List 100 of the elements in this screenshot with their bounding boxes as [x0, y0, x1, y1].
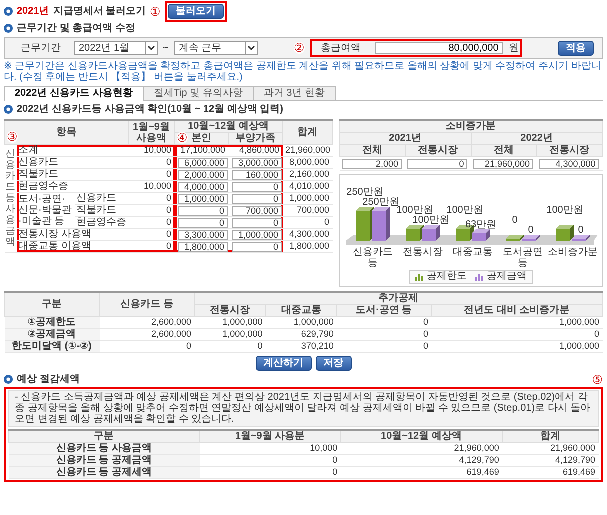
field-label: 근무기간	[20, 42, 62, 54]
table-cell: 10,000	[128, 180, 175, 192]
row-label: 현금영수증	[74, 216, 129, 228]
column-header: 전체	[471, 144, 537, 156]
tab[interactable]: 2022년 신용카드 사용현황	[4, 86, 144, 101]
table-cell: 1,000,000	[431, 316, 602, 328]
row-label: 현금영수증	[16, 180, 129, 192]
table-cell: 1,000,000	[194, 328, 266, 340]
bullet-icon	[4, 24, 13, 33]
amount-field[interactable]: 700,000	[232, 206, 282, 216]
table-cell: 4,300,000	[282, 228, 333, 240]
amount-field[interactable]: 2,000	[342, 158, 402, 168]
amount-field[interactable]: 1,800,000	[178, 242, 228, 252]
value-label: 250만원	[362, 197, 400, 208]
month-dropdown[interactable]: 2022년 1월	[74, 41, 158, 55]
table-cell: 0	[282, 216, 333, 228]
column-header: 항목	[56, 127, 76, 138]
amount-field[interactable]: 4,300,000	[538, 158, 599, 168]
table-cell: 4,129,790	[502, 454, 598, 466]
value-label: 100만원	[396, 205, 434, 216]
amount-field[interactable]: 0	[232, 242, 282, 252]
tab[interactable]: 절세Tip 및 유의사항	[142, 86, 254, 100]
end-dropdown[interactable]: 계속 근무	[174, 41, 258, 55]
column-header: 전통시장	[536, 144, 603, 156]
column-header: 1월~9월 사용분	[200, 430, 341, 442]
amount-field[interactable]: 3,300,000	[178, 230, 228, 240]
amount-field[interactable]: 160,000	[232, 170, 282, 180]
amount-field[interactable]: 0	[232, 194, 282, 204]
category-label: 도서공연 등	[503, 247, 544, 269]
amount-field[interactable]: 4,000,000	[178, 182, 228, 192]
caret-icon	[145, 42, 157, 54]
apply-button[interactable]: 적용	[558, 40, 594, 56]
side-label: 신용카드등 사용금액	[6, 149, 16, 248]
column-header: 대중교통	[266, 304, 337, 316]
chart-bar	[406, 225, 424, 241]
table-cell: 0	[128, 228, 175, 240]
column-header: 부양가족	[228, 132, 283, 144]
value-label: 100만원	[546, 205, 584, 216]
row-label: 신용카드 등 공제세액	[8, 466, 200, 478]
table-cell: 0	[128, 156, 175, 168]
amount-field[interactable]: 0	[232, 218, 282, 228]
table-cell: 370,210	[266, 340, 337, 352]
table-cell: 619,469	[502, 466, 598, 478]
value-label: 100만원	[446, 205, 484, 216]
column-header: 추가공제	[194, 292, 602, 304]
table-cell: 1,000,000	[431, 340, 602, 352]
amount-field[interactable]: 1,000,000	[178, 194, 228, 204]
amount-field[interactable]: 3,000,000	[232, 158, 282, 168]
unit-label: 원	[508, 42, 519, 54]
column-header: 10월~12월 예상액	[340, 430, 502, 442]
step-marker: ②	[294, 42, 305, 54]
chart-bar	[422, 225, 440, 241]
save-button[interactable]: 저장	[316, 356, 352, 371]
column-header: 합계	[282, 120, 333, 144]
row-label: 직불카드	[74, 204, 129, 216]
step-marker: ③	[7, 131, 18, 143]
row-label: 소계	[16, 144, 129, 156]
row-label: 신용카드	[16, 156, 129, 168]
amount-field[interactable]: 21,960,000	[473, 158, 534, 168]
column-header: 전통시장	[405, 144, 472, 156]
table-cell: 0	[336, 316, 432, 328]
table-cell: 1,000,000	[194, 316, 266, 328]
table-cell: 2,600,000	[100, 316, 194, 328]
amount-field[interactable]: 0	[178, 218, 228, 228]
table-cell: 0	[100, 340, 194, 352]
step-marker: ⑤	[592, 374, 603, 386]
tab[interactable]: 과거 3년 현황	[252, 86, 336, 100]
table-cell: 0	[200, 454, 341, 466]
category-label: 대중교통	[453, 247, 494, 258]
category-label: 신용카드 등	[353, 247, 394, 269]
table-cell: 4,129,790	[340, 454, 502, 466]
column-header: 구분	[4, 292, 100, 316]
step-marker: ④	[177, 132, 188, 144]
section-title: 근무기간 및 총급여액 수정	[17, 23, 136, 34]
chart-bar	[472, 229, 490, 241]
column-header: 본인	[192, 133, 212, 144]
table-cell: 21,960,000	[282, 144, 333, 156]
column-header: 2022년	[471, 132, 603, 144]
amount-field[interactable]: 0	[232, 182, 282, 192]
caret-icon	[244, 42, 257, 54]
row-label: 전통시장 사용액	[16, 228, 129, 240]
row-label: 도서·공연·신문·박물관·미술관 등	[16, 192, 74, 228]
column-header: 전체	[340, 144, 406, 156]
calculate-button[interactable]: 계산하기	[256, 356, 312, 371]
amount-field[interactable]: 1,000,000	[232, 230, 282, 240]
legend-label: 공제금액	[487, 271, 528, 283]
salary-field[interactable]: 80,000,000	[374, 42, 503, 54]
range-separator: ~	[163, 42, 169, 54]
amount-field[interactable]: 0	[178, 206, 228, 216]
info-note: ※ 근무기간은 신용카드사용금액을 확정하고 총급여액은 공제한도 계산을 위해 필요하므로 올해의 상황에 맞게 수정하여 주시기 바랍니다. (수정 후에는 반드시 【적용】 버튼을 눌러주세요.)	[4, 61, 602, 83]
table-cell: 619,469	[340, 466, 502, 478]
amount-field[interactable]: 2,000,000	[178, 170, 228, 180]
table-cell: 629,790	[266, 328, 337, 340]
load-button[interactable]: 불러오기	[168, 4, 224, 19]
amount-field[interactable]: 6,000,000	[178, 158, 228, 168]
table-cell: 4,860,000	[228, 144, 283, 156]
column-header: 신용카드 등	[100, 292, 194, 316]
amount-field[interactable]: 0	[407, 158, 468, 168]
value-label: 0	[528, 225, 534, 236]
column-header: 1월~9월 사용액	[128, 120, 175, 144]
